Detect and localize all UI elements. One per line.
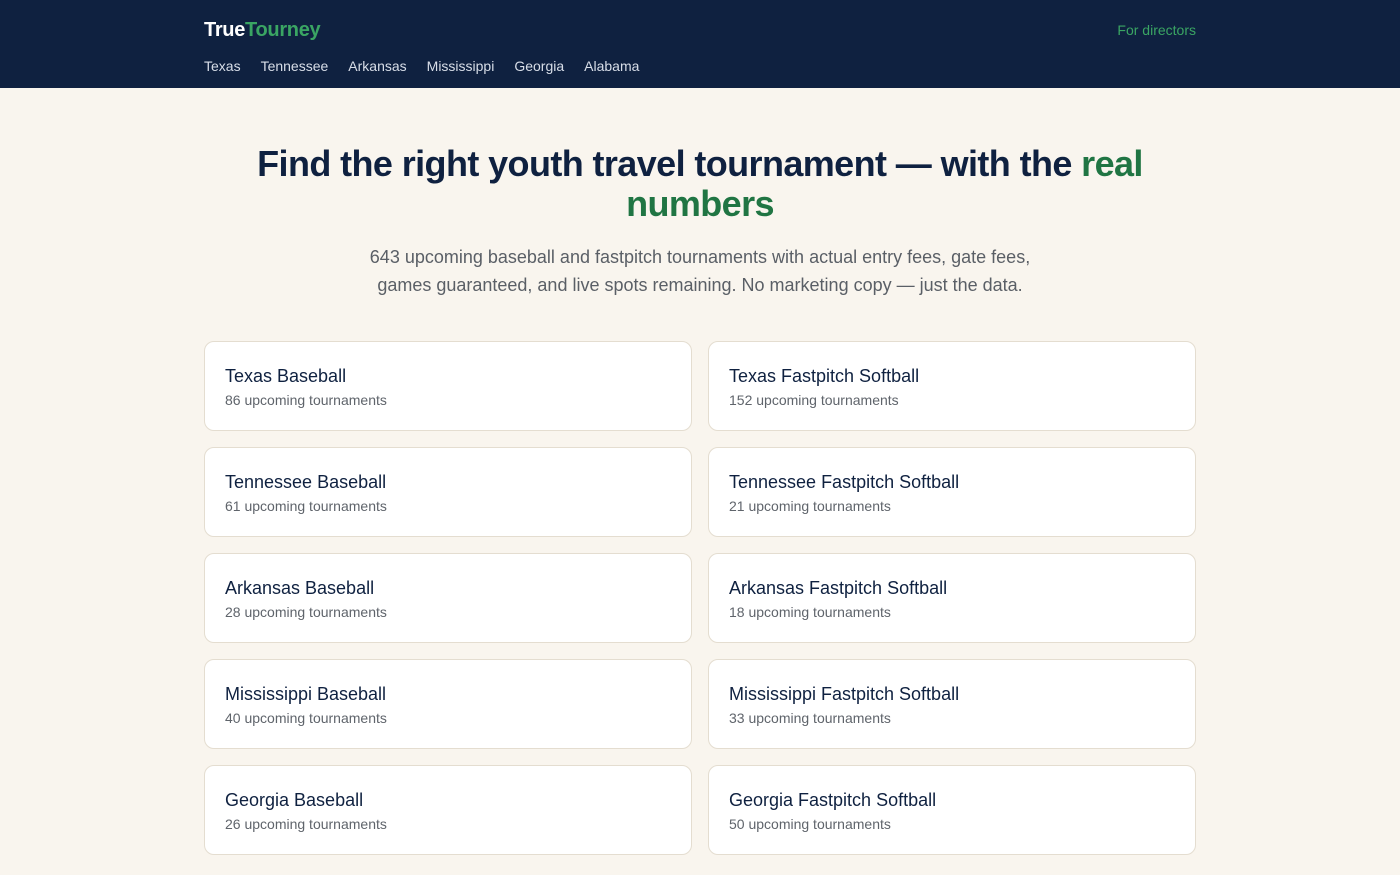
card-title: Texas Fastpitch Softball — [729, 366, 920, 386]
site-header: TrueTourney For directors Texas Tennesse… — [0, 0, 1400, 88]
nav-item-texas[interactable]: Texas — [204, 58, 241, 74]
category-card-georgia-baseball[interactable]: Georgia Baseball 26 upcoming tournaments — [204, 765, 692, 855]
category-card-arkansas-softball[interactable]: Arkansas Fastpitch Softball 18 upcoming … — [708, 553, 1196, 643]
hero-title-main: Find the right youth travel tournament —… — [257, 143, 1082, 184]
card-title: Mississippi Fastpitch Softball — [729, 684, 960, 704]
category-card-texas-softball[interactable]: Texas Fastpitch Softball 152 upcoming to… — [708, 341, 1196, 431]
card-title: Georgia Baseball — [225, 790, 364, 810]
card-count: 26 upcoming tournaments — [225, 816, 387, 832]
card-count: 61 upcoming tournaments — [225, 498, 387, 514]
hero-section: Find the right youth travel tournament —… — [0, 88, 1400, 299]
card-title: Arkansas Baseball — [225, 578, 375, 598]
card-title: Mississippi Baseball — [225, 684, 387, 704]
nav-item-tennessee[interactable]: Tennessee — [261, 58, 329, 74]
site-logo[interactable]: TrueTourney — [204, 18, 321, 42]
nav-item-mississippi[interactable]: Mississippi — [427, 58, 495, 74]
card-count: 50 upcoming tournaments — [729, 816, 891, 832]
card-title: Tennessee Baseball — [225, 472, 387, 492]
category-card-georgia-softball[interactable]: Georgia Fastpitch Softball 50 upcoming t… — [708, 765, 1196, 855]
card-count: 33 upcoming tournaments — [729, 710, 891, 726]
card-title: Tennessee Fastpitch Softball — [729, 472, 960, 492]
state-nav: Texas Tennessee Arkansas Mississippi Geo… — [204, 58, 639, 74]
category-card-mississippi-baseball[interactable]: Mississippi Baseball 40 upcoming tournam… — [204, 659, 692, 749]
card-count: 28 upcoming tournaments — [225, 604, 387, 620]
card-count: 86 upcoming tournaments — [225, 392, 387, 408]
category-card-tennessee-baseball[interactable]: Tennessee Baseball 61 upcoming tournamen… — [204, 447, 692, 537]
card-title: Georgia Fastpitch Softball — [729, 790, 937, 810]
card-title: Arkansas Fastpitch Softball — [729, 578, 948, 598]
hero-subtitle: 643 upcoming baseball and fastpitch tour… — [369, 247, 1031, 295]
category-card-texas-baseball[interactable]: Texas Baseball 86 upcoming tournaments — [204, 341, 692, 431]
logo-part2: Tourney — [245, 19, 321, 41]
card-count: 152 upcoming tournaments — [729, 392, 899, 408]
category-grid: Texas Baseball 86 upcoming tournaments T… — [204, 341, 1196, 855]
card-count: 40 upcoming tournaments — [225, 710, 387, 726]
header-inner: TrueTourney For directors Texas Tennesse… — [204, 0, 1196, 88]
card-title: Texas Baseball — [225, 366, 347, 386]
logo-part1: True — [204, 19, 246, 41]
card-count: 18 upcoming tournaments — [729, 604, 891, 620]
category-card-mississippi-softball[interactable]: Mississippi Fastpitch Softball 33 upcomi… — [708, 659, 1196, 749]
nav-item-arkansas[interactable]: Arkansas — [348, 58, 406, 74]
hero-title: Find the right youth travel tournament —… — [250, 144, 1150, 224]
card-count: 21 upcoming tournaments — [729, 498, 891, 514]
nav-item-alabama[interactable]: Alabama — [584, 58, 639, 74]
for-directors-link[interactable]: For directors — [1117, 22, 1196, 38]
nav-item-georgia[interactable]: Georgia — [514, 58, 564, 74]
category-card-tennessee-softball[interactable]: Tennessee Fastpitch Softball 21 upcoming… — [708, 447, 1196, 537]
category-card-arkansas-baseball[interactable]: Arkansas Baseball 28 upcoming tournament… — [204, 553, 692, 643]
